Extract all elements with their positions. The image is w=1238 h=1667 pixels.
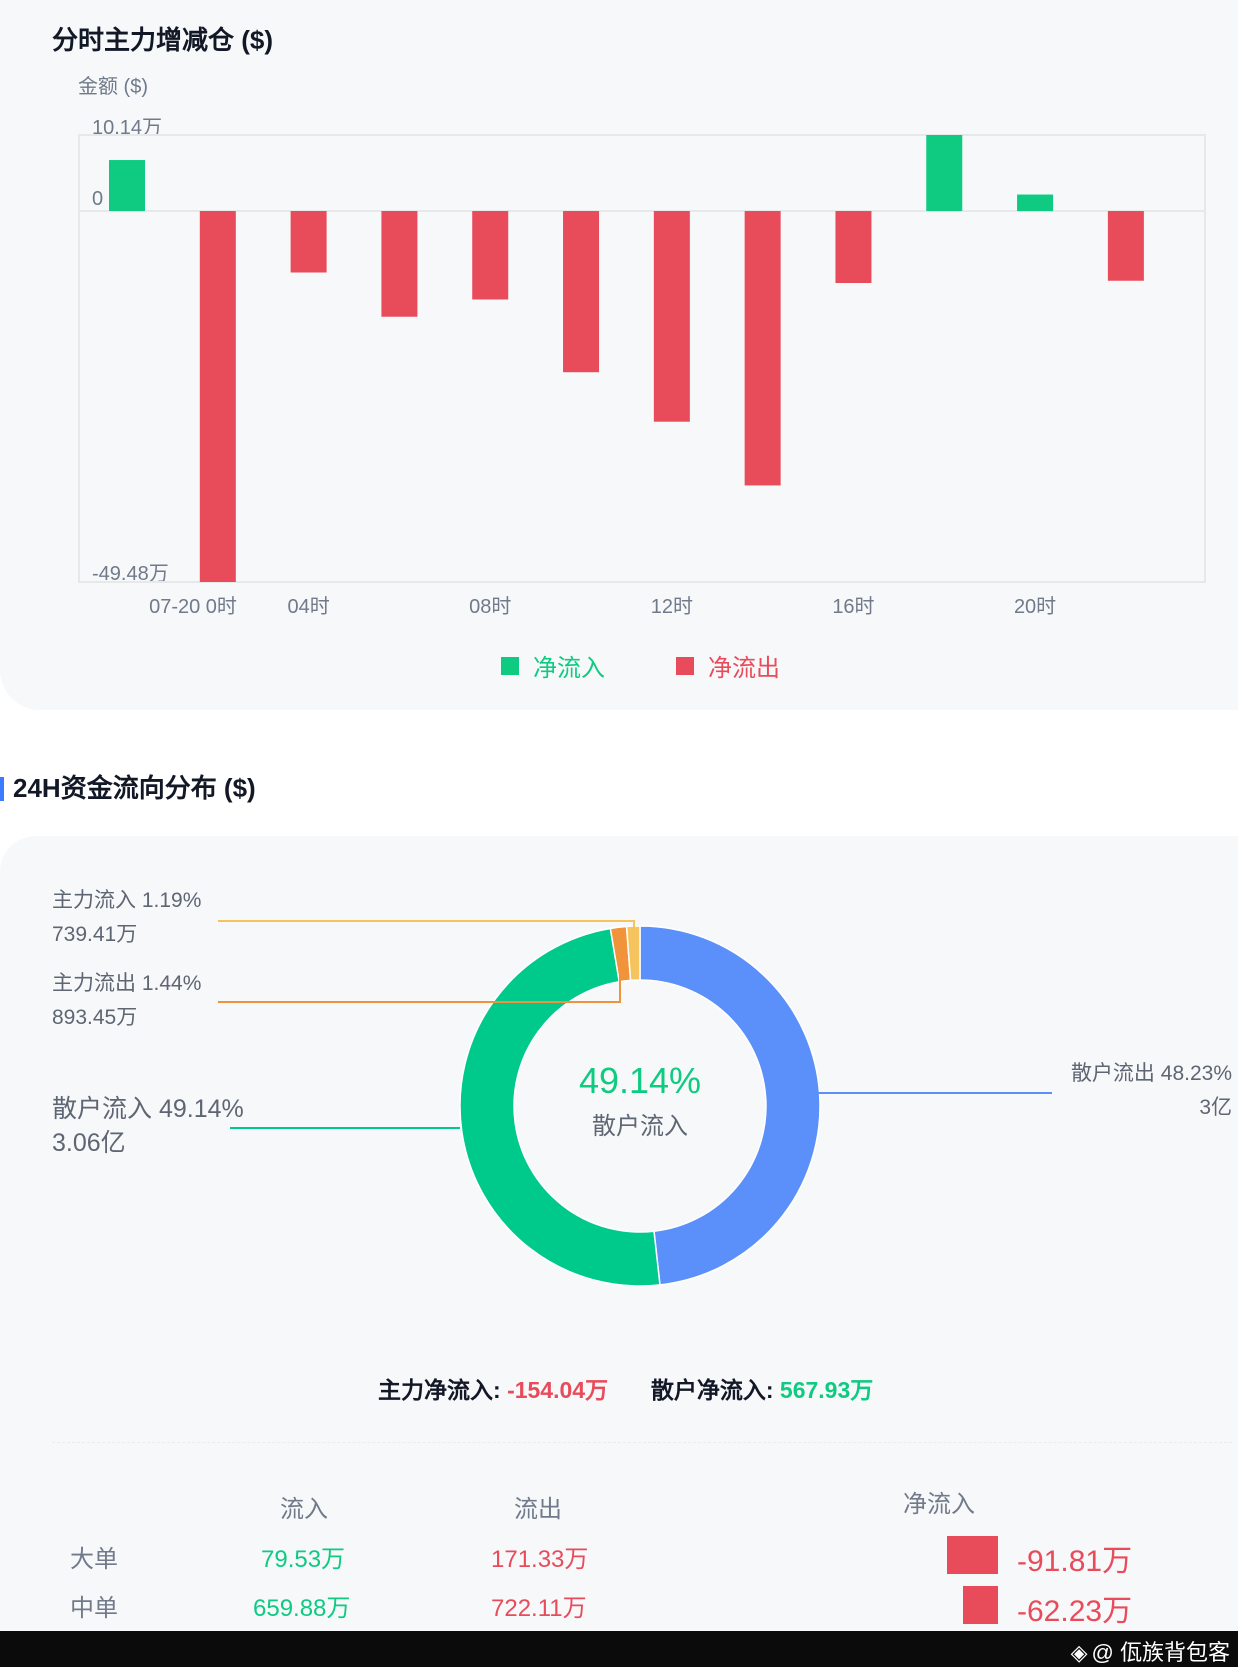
watermark-bar (0, 1631, 1238, 1667)
label-main-out: 主力流出 1.44% 893.45万 (52, 967, 201, 1035)
legend-inflow[interactable]: 净流入 (501, 648, 605, 683)
th-inflow: 流入 (280, 1496, 328, 1523)
section-accent-bar (0, 777, 4, 801)
x-tick-label: 20时 (1013, 596, 1057, 618)
x-tick-label: 16时 (832, 596, 875, 618)
row-large-net: -91.81万 (1017, 1545, 1133, 1578)
donut-section-title: 24H资金流向分布 ($) (13, 773, 256, 803)
bar-6时[interactable] (381, 211, 418, 317)
label-retail-in: 散户流入 49.14% 3.06亿 (52, 1092, 244, 1160)
retail-net-value: 567.93万 (779, 1377, 874, 1403)
watermark: ◈ @ 佤族背包客 (1071, 1635, 1230, 1667)
watermark-text: @ 佤族背包客 (1091, 1640, 1230, 1665)
label-main-out-line2: 893.45万 (52, 1006, 138, 1029)
donut-center-label: 散户流入 (592, 1113, 688, 1140)
bar-0时[interactable] (109, 160, 145, 212)
legend-outflow-swatch (676, 656, 694, 675)
label-retail-out-line2: 3亿 (1199, 1096, 1232, 1119)
row-large-inflow: 79.53万 (261, 1546, 346, 1573)
row-large-net-bar (947, 1536, 998, 1574)
divider (52, 1442, 1232, 1443)
diamond-logo-icon: ◈ (1070, 1640, 1088, 1665)
x-tick-label: 08时 (469, 596, 512, 618)
label-main-in-line2: 739.41万 (52, 923, 138, 946)
bar-8时[interactable] (472, 211, 509, 300)
bar-14时[interactable] (744, 211, 781, 486)
row-large-outflow: 171.33万 (491, 1546, 589, 1573)
label-main-in: 主力流入 1.19% 739.41万 (52, 884, 201, 952)
label-retail-out-line1: 散户流出 48.23% (1070, 1062, 1232, 1085)
label-retail-out: 散户流出 48.23% 3亿 (1071, 1057, 1232, 1125)
th-net: 净流入 (903, 1491, 975, 1518)
bar-12时[interactable] (653, 211, 690, 422)
main-net-label: 主力净流入: (378, 1377, 501, 1403)
donut-center-value: 49.14% (578, 1060, 702, 1101)
bar-22时[interactable] (1107, 211, 1144, 281)
label-main-in-line1: 主力流入 1.19% (52, 889, 202, 912)
legend-outflow-label: 净流出 (708, 655, 780, 682)
row-medium-net: -62.23万 (1017, 1595, 1133, 1628)
net-summary: 主力净流入: -154.04万 散户净流入: 567.93万 (378, 1371, 873, 1405)
bar-20时[interactable] (1017, 194, 1054, 212)
retail-net-label: 散户净流入: (650, 1377, 774, 1403)
x-tick-label: 04时 (287, 596, 330, 618)
row-medium-outflow: 722.11万 (491, 1595, 587, 1622)
row-medium-inflow: 659.88万 (253, 1595, 351, 1622)
bar-16时[interactable] (835, 211, 872, 284)
donut-center: 49.14% 散户流入 (560, 1060, 720, 1141)
row-large-name: 大单 (70, 1546, 118, 1573)
legend-inflow-swatch (501, 656, 519, 675)
legend-outflow[interactable]: 净流出 (676, 648, 780, 683)
bar-chart (78, 134, 1206, 583)
th-outflow: 流出 (514, 1496, 562, 1523)
label-retail-in-line1: 散户流入 49.14% (52, 1095, 244, 1123)
bar-4时[interactable] (290, 211, 327, 273)
bar-18时[interactable] (926, 135, 963, 212)
label-retail-in-line2: 3.06亿 (52, 1129, 126, 1157)
bar-2时[interactable] (199, 211, 236, 583)
legend-inflow-label: 净流入 (533, 655, 605, 682)
label-main-out-line1: 主力流出 1.44% (52, 972, 202, 995)
main-net-value: -154.04万 (507, 1377, 609, 1403)
row-medium-name: 中单 (70, 1595, 118, 1622)
x-tick-label: 12时 (650, 596, 693, 618)
row-medium-net-bar (963, 1586, 998, 1624)
bar-10时[interactable] (563, 211, 600, 373)
